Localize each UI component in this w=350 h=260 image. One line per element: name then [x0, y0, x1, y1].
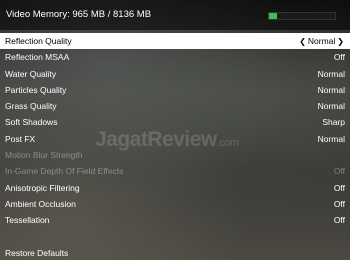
setting-label: Motion Blur Strength [5, 150, 83, 161]
setting-label: Grass Quality [5, 101, 57, 112]
arrow-left-icon[interactable]: ❮ [299, 37, 306, 46]
video-memory-label: Video Memory: 965 MB / 8136 MB [6, 9, 152, 20]
setting-label: Reflection MSAA [5, 52, 70, 63]
setting-label: Reflection Quality [5, 36, 72, 46]
setting-value: Off [333, 215, 345, 226]
setting-label: Tessellation [5, 215, 50, 226]
setting-label: Anisotropic Filtering [5, 182, 80, 193]
setting-label: Ambient Occlusion [5, 198, 76, 209]
setting-row[interactable]: Grass Quality Normal [0, 98, 350, 114]
video-memory-header: Video Memory: 965 MB / 8136 MB [0, 0, 350, 30]
setting-row[interactable]: Reflection Quality ❮ Normal ❯ [0, 33, 350, 50]
setting-value: Off [333, 166, 345, 177]
setting-row[interactable]: Anisotropic Filtering Off [0, 180, 350, 196]
restore-defaults-button[interactable]: Restore Defaults [5, 248, 68, 258]
setting-value: Off [333, 52, 345, 63]
video-memory-bar [268, 12, 336, 20]
setting-value: Normal [317, 84, 345, 95]
setting-row[interactable]: Tessellation Off [0, 212, 350, 228]
arrow-right-icon[interactable]: ❯ [337, 37, 344, 46]
setting-row[interactable]: Particles Quality Normal [0, 82, 350, 98]
setting-label: Water Quality [5, 68, 57, 79]
setting-value: Normal [317, 68, 345, 79]
setting-value: Normal [317, 133, 345, 144]
setting-row[interactable]: Post FX Normal [0, 131, 350, 147]
setting-label: Soft Shadows [5, 117, 58, 128]
setting-row: In-Game Depth Of Field Effects Off [0, 163, 350, 179]
setting-row[interactable]: Water Quality Normal [0, 66, 350, 82]
setting-value: ❮ Normal ❯ [297, 33, 346, 50]
setting-value: Normal [317, 101, 345, 112]
setting-row[interactable]: Soft Shadows Sharp [0, 114, 350, 130]
setting-value: Sharp [322, 117, 345, 128]
setting-label: Particles Quality [5, 84, 67, 95]
setting-row[interactable]: Reflection MSAA Off [0, 49, 350, 65]
setting-value: Off [333, 182, 345, 193]
setting-row[interactable]: Ambient Occlusion Off [0, 196, 350, 212]
video-memory-bar-fill [269, 13, 277, 19]
setting-value: Off [333, 198, 345, 209]
setting-label: In-Game Depth Of Field Effects [5, 166, 124, 177]
setting-label: Post FX [5, 133, 36, 144]
setting-value-text: Normal [307, 36, 336, 46]
setting-row: Motion Blur Strength [0, 147, 350, 163]
graphics-settings-list: Reflection Quality ❮ Normal ❯ Reflection MSA… [0, 33, 350, 229]
